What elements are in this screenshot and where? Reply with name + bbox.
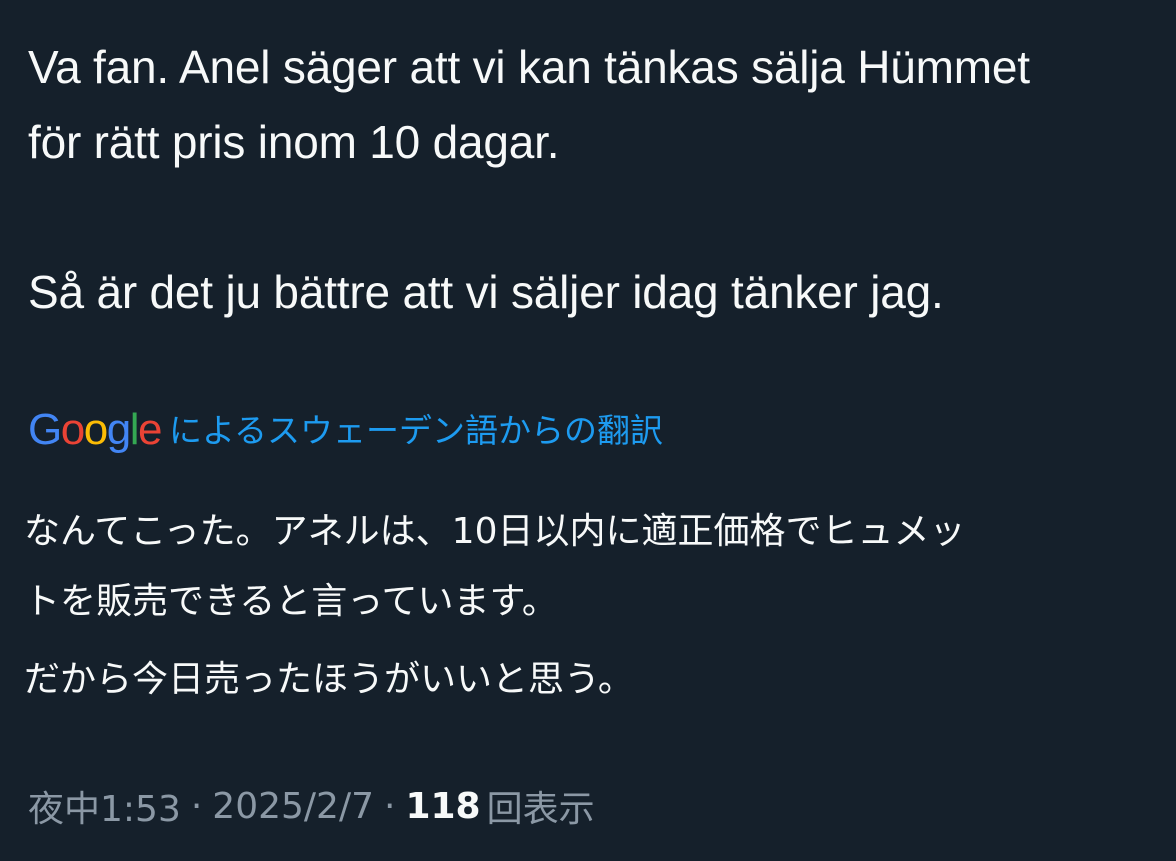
translated-paragraph: だから今日売ったほうがいいと思う。 xyxy=(24,659,634,700)
google-logo: Google xyxy=(28,405,162,454)
translated-text: なんてこった。アネルは、10日以内に適正価格でヒュメッ トを販売できると言っていま… xyxy=(24,497,1164,715)
views-count: 118 xyxy=(405,785,481,827)
separator-dot: · xyxy=(190,785,203,827)
translated-line: なんてこった。アネルは、10日以内に適正価格でヒュメッ xyxy=(24,511,966,552)
separator-dot: · xyxy=(383,785,396,827)
translation-label[interactable]: によるスウェーデン語からの翻訳 xyxy=(169,414,663,447)
translated-by-google-link[interactable]: Google によるスウェーデン語からの翻訳 xyxy=(28,400,663,460)
tweet-text-line: Så är det ju bättre att vi säljer idag t… xyxy=(28,266,944,318)
post-date[interactable]: 2025/2/7 xyxy=(212,786,374,827)
translated-line: トを販売できると言っています。 xyxy=(24,581,558,622)
tweet-meta: 夜中1:53 · 2025/2/7 · 118 回表示 xyxy=(28,778,595,834)
post-time[interactable]: 夜中1:53 xyxy=(28,780,181,832)
tweet-text-line: för rätt pris inom 10 dagar. xyxy=(28,116,560,168)
views-label: 回表示 xyxy=(486,789,595,830)
tweet-text-line: Va fan. Anel säger att vi kan tänkas säl… xyxy=(28,41,1030,93)
tweet-detail: Va fan. Anel säger att vi kan tänkas säl… xyxy=(0,0,1176,861)
translated-paragraph: なんてこった。アネルは、10日以内に適正価格でヒュメッ トを販売できると言っていま… xyxy=(24,497,1164,637)
tweet-text: Va fan. Anel säger att vi kan tänkas säl… xyxy=(28,30,1158,330)
